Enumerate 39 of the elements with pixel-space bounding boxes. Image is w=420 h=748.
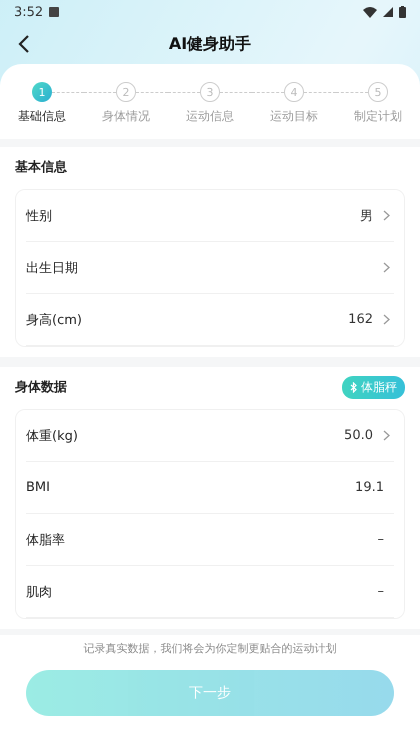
- row-value: 19.1: [355, 480, 384, 495]
- section-title: 基本信息: [15, 159, 67, 176]
- notification-icon: [49, 7, 60, 17]
- row-label: 身高(cm): [26, 312, 83, 328]
- step-number: 3: [200, 82, 220, 102]
- chevron-right-icon[interactable]: [383, 430, 390, 441]
- wifi-icon: [363, 6, 377, 18]
- step-label[interactable]: 制定计划: [354, 108, 402, 125]
- chevron-right-icon[interactable]: [383, 210, 390, 221]
- row-label: 性别: [26, 208, 53, 224]
- hint-text: 记录真实数据，我们将会为你定制更贴合的运动计划: [84, 641, 336, 656]
- chevron-right-icon[interactable]: [383, 314, 390, 325]
- step-number: 1: [32, 82, 52, 102]
- page-title: AI健身助手: [168, 34, 252, 54]
- row-value: –: [378, 584, 384, 599]
- scale-button[interactable]: 体脂秤: [342, 376, 405, 398]
- step-number: 4: [284, 82, 304, 102]
- step-label[interactable]: 运动信息: [186, 108, 234, 125]
- back-icon[interactable]: [18, 35, 30, 53]
- row-label: BMI: [26, 480, 51, 495]
- step-number: 5: [368, 82, 388, 102]
- status-time: 3:52: [14, 4, 44, 20]
- section-title: 身体数据: [15, 379, 67, 396]
- row-value: –: [378, 532, 384, 547]
- row-value: 50.0: [344, 428, 373, 443]
- row-value: 男: [360, 208, 373, 224]
- row-value: 162: [348, 312, 373, 327]
- chevron-right-icon[interactable]: [383, 262, 390, 273]
- row-label: 体脂率: [26, 532, 66, 548]
- row-label: 出生日期: [26, 260, 79, 276]
- signal-icon: [383, 7, 393, 17]
- battery-icon: [399, 6, 406, 18]
- step-label[interactable]: 基础信息: [18, 108, 66, 125]
- row-label: 体重(kg): [26, 428, 79, 444]
- step-label[interactable]: 身体情况: [102, 108, 150, 125]
- bluetooth-icon: [350, 382, 357, 392]
- row-label: 肌肉: [26, 584, 53, 600]
- step-label[interactable]: 运动目标: [270, 108, 318, 125]
- step-number: 2: [116, 82, 136, 102]
